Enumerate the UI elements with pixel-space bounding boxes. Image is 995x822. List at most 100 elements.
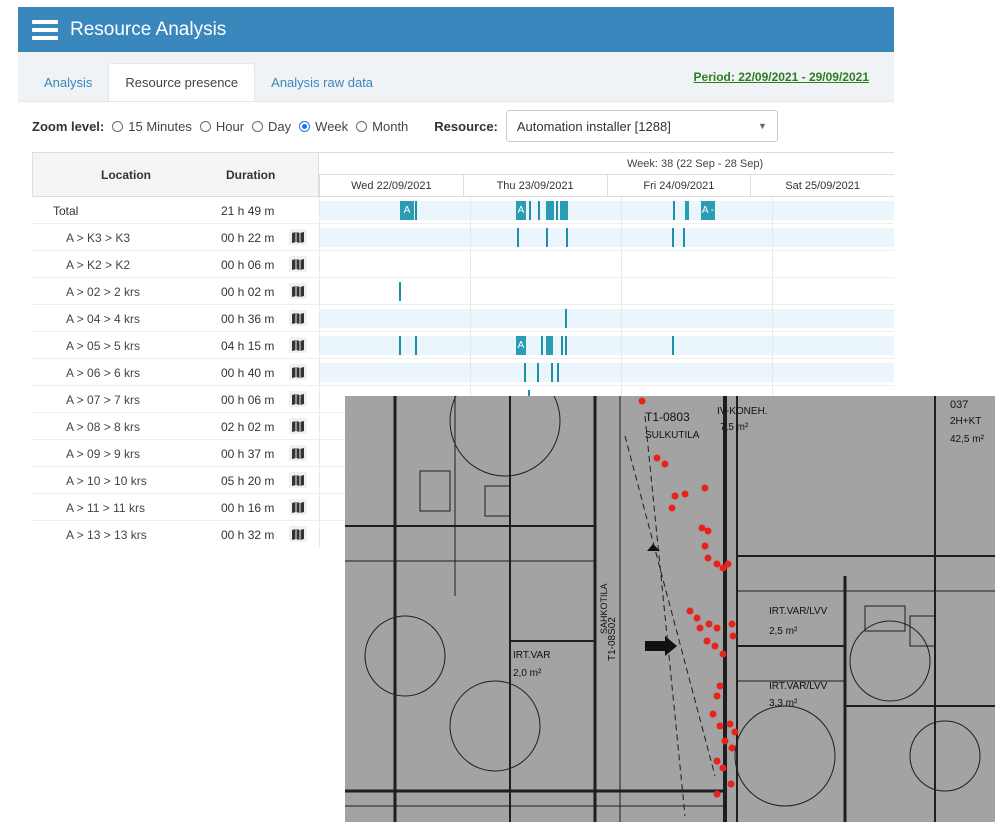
radio-selected-icon[interactable] <box>299 120 311 132</box>
map-button[interactable] <box>289 418 307 434</box>
map-button[interactable] <box>289 256 307 272</box>
resource-select[interactable]: Automation installer [1288] ▼ <box>505 110 778 142</box>
location-marker[interactable] <box>704 527 712 535</box>
location-marker[interactable] <box>703 637 711 645</box>
presence-mark[interactable] <box>541 336 543 355</box>
presence-mark[interactable] <box>546 228 548 247</box>
presence-mark[interactable] <box>556 201 558 220</box>
location-marker[interactable] <box>693 614 701 622</box>
location-marker[interactable] <box>668 504 676 512</box>
location-marker[interactable] <box>638 397 646 405</box>
radio-icon[interactable] <box>199 120 211 132</box>
presence-segment[interactable] <box>546 201 554 220</box>
presence-mark[interactable] <box>524 363 526 382</box>
location-marker[interactable] <box>729 632 737 640</box>
map-button[interactable] <box>289 391 307 407</box>
presence-mark[interactable] <box>566 228 568 247</box>
location-marker[interactable] <box>704 554 712 562</box>
location-marker[interactable] <box>705 620 713 628</box>
location-marker[interactable] <box>713 757 721 765</box>
location-marker[interactable] <box>661 460 669 468</box>
period-link[interactable]: Period: 22/09/2021 - 29/09/2021 <box>694 70 869 84</box>
radio-icon[interactable] <box>356 120 368 132</box>
presence-mark[interactable] <box>399 282 401 301</box>
location-marker[interactable] <box>696 624 704 632</box>
location-marker[interactable] <box>719 564 727 572</box>
location-marker[interactable] <box>713 560 721 568</box>
map-button[interactable] <box>289 526 307 542</box>
map-button[interactable] <box>289 472 307 488</box>
presence-segment[interactable] <box>546 336 553 355</box>
location-marker[interactable] <box>719 764 727 772</box>
tab-resource-presence[interactable]: Resource presence <box>108 63 256 101</box>
location-marker[interactable] <box>653 454 661 462</box>
location-marker[interactable] <box>716 682 724 690</box>
presence-segment[interactable]: A - <box>701 201 715 220</box>
presence-segment[interactable]: A <box>400 201 414 220</box>
column-header-duration[interactable]: Duration <box>226 168 275 182</box>
presence-segment[interactable] <box>685 201 689 220</box>
location-marker[interactable] <box>728 744 736 752</box>
location-marker[interactable] <box>686 607 694 615</box>
column-header-location[interactable]: Location <box>101 168 151 182</box>
location-marker[interactable] <box>711 642 719 650</box>
radio-icon[interactable] <box>252 120 264 132</box>
radio-icon[interactable] <box>112 120 124 132</box>
presence-mark[interactable] <box>538 201 540 220</box>
location-marker[interactable] <box>698 524 706 532</box>
presence-segment[interactable]: A <box>516 336 526 355</box>
zoom-option-hour[interactable]: Hour <box>199 119 244 134</box>
map-button[interactable] <box>289 310 307 326</box>
location-marker[interactable] <box>709 710 717 718</box>
tab-analysis-raw-data[interactable]: Analysis raw data <box>255 63 389 101</box>
presence-mark[interactable] <box>561 336 563 355</box>
zoom-option-day[interactable]: Day <box>252 119 291 134</box>
presence-mark[interactable] <box>565 336 567 355</box>
location-marker[interactable] <box>731 728 739 736</box>
location-marker[interactable] <box>721 737 729 745</box>
map-button[interactable] <box>289 337 307 353</box>
location-marker[interactable] <box>726 720 734 728</box>
timeline-header: Week: 38 (22 Sep - 28 Sep) Wed 22/09/202… <box>319 152 894 197</box>
presence-mark[interactable] <box>415 201 417 220</box>
map-button[interactable] <box>289 499 307 515</box>
zoom-option-month[interactable]: Month <box>356 119 408 134</box>
location-marker[interactable] <box>727 780 735 788</box>
presence-mark[interactable] <box>672 228 674 247</box>
zoom-option-15-minutes[interactable]: 15 Minutes <box>112 119 192 134</box>
presence-segment[interactable]: A <box>516 201 526 220</box>
presence-mark[interactable] <box>537 363 539 382</box>
presence-mark[interactable] <box>529 201 531 220</box>
presence-mark[interactable] <box>399 336 401 355</box>
zoom-option-week[interactable]: Week <box>299 119 348 134</box>
presence-mark[interactable] <box>415 336 417 355</box>
presence-mark[interactable] <box>557 363 559 382</box>
map-button[interactable] <box>289 364 307 380</box>
map-button[interactable] <box>289 229 307 245</box>
location-marker[interactable] <box>713 692 721 700</box>
map-button[interactable] <box>289 283 307 299</box>
location-marker[interactable] <box>701 542 709 550</box>
tab-analysis[interactable]: Analysis <box>28 63 108 101</box>
location-marker[interactable] <box>713 624 721 632</box>
presence-mark[interactable] <box>565 309 567 328</box>
location-marker[interactable] <box>713 790 721 798</box>
day-header-row: Wed 22/09/2021 Thu 23/09/2021 Fri 24/09/… <box>319 175 894 197</box>
location-cell: A > 04 > 4 krs 00 h 36 m <box>32 305 319 332</box>
hamburger-menu-icon[interactable] <box>32 19 58 40</box>
location-marker[interactable] <box>671 492 679 500</box>
location-marker[interactable] <box>728 620 736 628</box>
map-button[interactable] <box>289 445 307 461</box>
location-marker[interactable] <box>681 490 689 498</box>
location-marker[interactable] <box>716 722 724 730</box>
presence-segment[interactable] <box>560 201 568 220</box>
location-marker[interactable] <box>701 484 709 492</box>
presence-mark[interactable] <box>517 228 519 247</box>
presence-mark[interactable] <box>673 201 675 220</box>
location-marker[interactable] <box>719 650 727 658</box>
map-icon <box>292 231 304 243</box>
presence-mark[interactable] <box>683 228 685 247</box>
table-row: A > 04 > 4 krs 00 h 36 m <box>32 305 894 332</box>
presence-mark[interactable] <box>551 363 553 382</box>
presence-mark[interactable] <box>672 336 674 355</box>
